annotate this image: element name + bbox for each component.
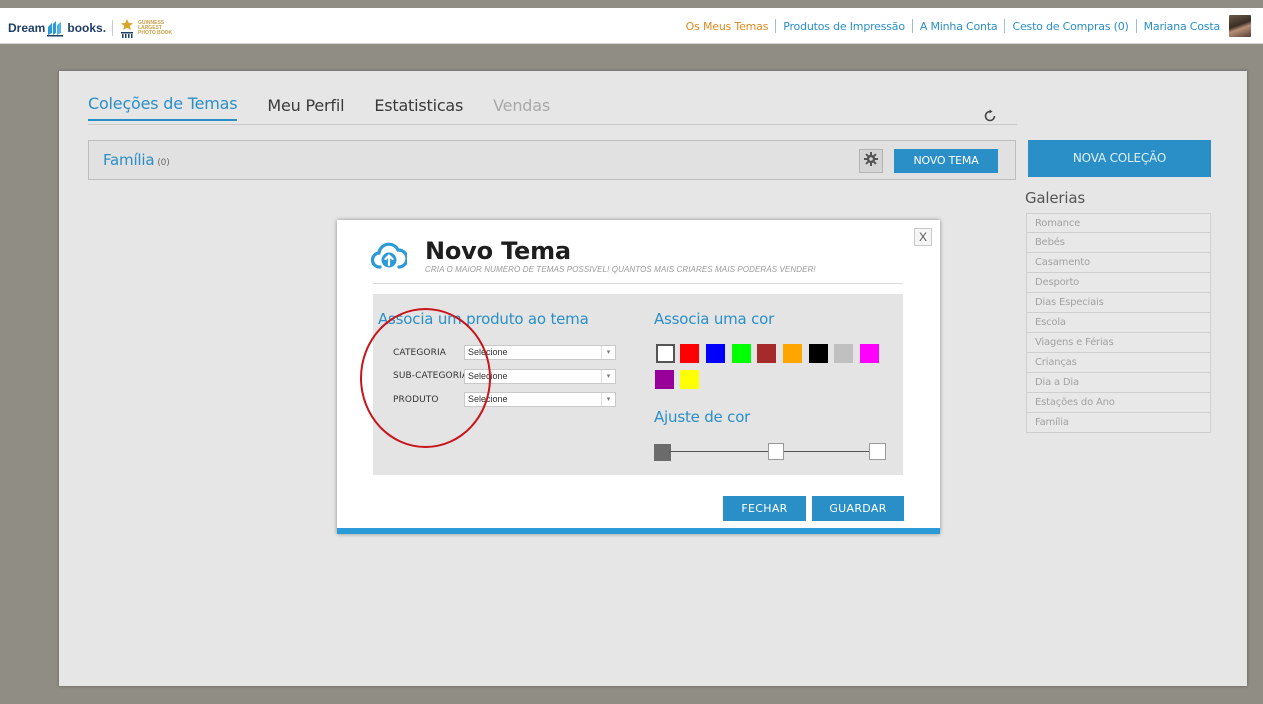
nav-user-name[interactable]: Mariana Costa	[1137, 20, 1227, 33]
tab-statistics[interactable]: Estatisticas	[374, 96, 463, 121]
gallery-item-seasons[interactable]: Estações do Ano	[1026, 393, 1211, 413]
color-swatch-silver[interactable]	[834, 344, 853, 363]
color-swatch-orange[interactable]	[783, 344, 802, 363]
annotation-circle	[360, 308, 491, 448]
gallery-item-romance[interactable]: Romance	[1026, 213, 1211, 233]
chevron-down-icon: ▾	[601, 370, 615, 383]
tab-theme-collections[interactable]: Coleções de Temas	[88, 94, 238, 121]
tab-underline	[88, 124, 1017, 125]
collection-header: Família (0) NOVO TEMA	[88, 140, 1016, 180]
collection-count: (0)	[157, 158, 170, 168]
color-swatch-magenta[interactable]	[860, 344, 879, 363]
color-swatch-white[interactable]	[656, 344, 675, 363]
color-section-title: Associa uma cor	[654, 310, 775, 328]
star-icon	[119, 19, 135, 38]
new-theme-button[interactable]: NOVO TEMA	[894, 149, 998, 173]
top-bar: Dream books. GUINNESS LARGEST PHOTO BOOK…	[0, 8, 1263, 44]
close-icon[interactable]: X	[914, 228, 932, 246]
tab-bar: Coleções de Temas Meu Perfil Estatistica…	[88, 93, 580, 121]
gallery-item-travel[interactable]: Viagens e Férias	[1026, 333, 1211, 353]
color-swatch-purple[interactable]	[655, 370, 674, 389]
color-swatch-black[interactable]	[809, 344, 828, 363]
color-swatch-brown[interactable]	[757, 344, 776, 363]
guinness-text: GUINNESS LARGEST PHOTO BOOK	[138, 20, 173, 36]
chevron-down-icon: ▾	[601, 346, 615, 359]
chevron-down-icon: ▾	[601, 393, 615, 406]
nav-my-account[interactable]: A Minha Conta	[913, 20, 1005, 33]
book-icon	[46, 19, 66, 37]
collection-name: Família	[103, 151, 155, 169]
nav-shopping-cart[interactable]: Cesto de Compras (0)	[1005, 20, 1135, 33]
modal-divider	[373, 283, 903, 284]
gallery-item-wedding[interactable]: Casamento	[1026, 253, 1211, 273]
color-swatch-yellow[interactable]	[680, 370, 699, 389]
gear-icon	[864, 151, 878, 171]
logo-text-left: Dream	[8, 21, 46, 35]
modal-title: Novo Tema	[425, 237, 571, 265]
cloud-upload-icon	[370, 241, 409, 271]
modal-subtitle: CRIA O MAIOR NUMERO DE TEMAS POSSIVEL! Q…	[425, 265, 816, 274]
collection-settings-button[interactable]	[859, 149, 883, 173]
gallery-item-special-days[interactable]: Dias Especiais	[1026, 293, 1211, 313]
color-swatch-green[interactable]	[732, 344, 751, 363]
nav-my-themes[interactable]: Os Meus Temas	[679, 20, 776, 33]
color-adjust-title: Ajuste de cor	[654, 408, 751, 426]
gallery-item-day-to-day[interactable]: Dia a Dia	[1026, 373, 1211, 393]
galleries-list: Romance Bebés Casamento Desporto Dias Es…	[1026, 213, 1211, 433]
nav-print-products[interactable]: Produtos de Impressão	[776, 20, 912, 33]
color-slider-handle[interactable]	[768, 443, 784, 460]
dreambooks-logo[interactable]: Dream books. GUINNESS LARGEST PHOTO BOOK	[8, 18, 172, 38]
gallery-item-children[interactable]: Crianças	[1026, 353, 1211, 373]
guinness-line-3: PHOTO BOOK	[138, 29, 173, 36]
logo-divider	[112, 20, 114, 36]
gallery-item-sport[interactable]: Desporto	[1026, 273, 1211, 293]
save-button[interactable]: GUARDAR	[812, 496, 904, 521]
slider-light-swatch	[869, 443, 886, 460]
top-nav: Os Meus Temas Produtos de Impressão A Mi…	[679, 14, 1251, 38]
guinness-badge: GUINNESS LARGEST PHOTO BOOK	[119, 19, 173, 38]
modal-bottom-bar	[337, 528, 940, 534]
galleries-title: Galerias	[1025, 189, 1085, 207]
collection-title: Família (0)	[103, 151, 170, 169]
avatar[interactable]	[1229, 15, 1251, 37]
new-collection-button[interactable]: NOVA COLEÇÃO	[1028, 140, 1211, 177]
tab-sales[interactable]: Vendas	[493, 96, 550, 121]
color-swatch-blue[interactable]	[706, 344, 725, 363]
refresh-icon[interactable]	[983, 109, 997, 123]
tab-my-profile[interactable]: Meu Perfil	[267, 96, 344, 121]
gallery-item-school[interactable]: Escola	[1026, 313, 1211, 333]
slider-dark-swatch	[654, 444, 671, 461]
logo-text-right: books.	[67, 21, 107, 35]
close-button[interactable]: FECHAR	[723, 496, 806, 521]
color-swatch-red[interactable]	[680, 344, 699, 363]
gallery-item-babies[interactable]: Bebés	[1026, 233, 1211, 253]
gallery-item-family[interactable]: Família	[1026, 413, 1211, 433]
